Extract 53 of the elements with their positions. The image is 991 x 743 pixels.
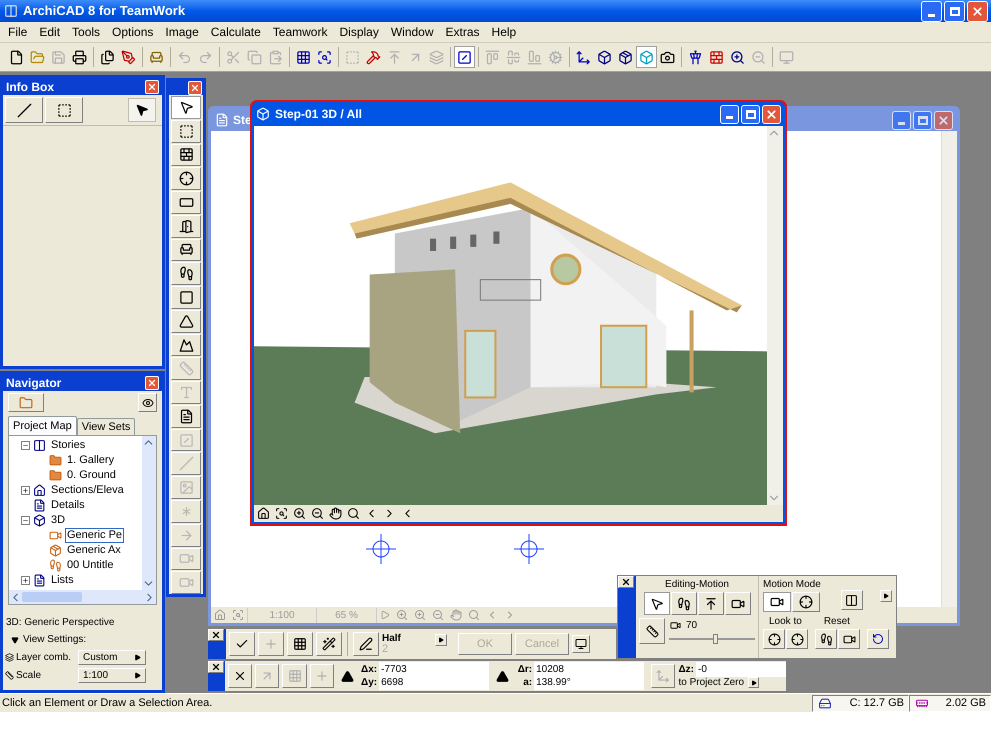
tree-item[interactable]: Lists [49,573,76,588]
coordinate-field[interactable]: 138.99° [534,675,644,690]
window-title: ArchiCAD 8 for TeamWork [23,2,186,20]
menu-item[interactable]: Extras [440,23,486,41]
setting-dropdown[interactable]: 1:100 [78,668,146,683]
menu-item[interactable]: Help [486,23,522,41]
window-title: Step-01 3D / All [275,106,362,123]
tree-item[interactable]: Details [49,498,87,513]
menu-item[interactable]: File [2,23,34,41]
pen-number: 2 [382,644,390,655]
section-title: Look to [769,615,802,629]
current-view-label: 3D: Generic Perspective [5,616,116,630]
menu-item[interactable]: Tools [66,23,106,41]
coordinate-field[interactable]: 6698 [379,675,490,690]
tree-item[interactable]: 1. Gallery [65,453,116,468]
setting-label: Layer comb. [16,651,72,665]
section-title: Motion Mode [763,578,821,592]
window-title: Ste [233,112,252,129]
reference-label: to Project Zero [678,676,744,690]
coordinate-label: Δx: [360,663,378,677]
pen-label: Half [382,633,402,644]
section-title: Reset [824,615,850,629]
tab[interactable]: Project Map [8,416,77,435]
menu-item[interactable]: Calculate [204,23,267,41]
setting-label: Scale [16,669,42,683]
menu-item[interactable]: Image [159,23,205,41]
coordinate-label: Δz: [678,662,695,676]
tree-item[interactable]: 3D [49,513,68,528]
coordinate-label: a: [522,676,534,690]
disk-space: C: 12.7 GB [850,696,904,711]
angle-reading: 70 [686,619,698,633]
status-message: Click an Element or Draw a Selection Area. [1,696,212,711]
tree-item[interactable]: Stories [49,438,88,453]
coordinate-label: Δy: [360,676,378,690]
menu-item[interactable]: Display [333,23,385,41]
memory-size: 2.02 GB [946,696,986,711]
view-settings-label[interactable]: View Settings: [23,632,86,647]
tab[interactable]: View Sets [76,418,136,435]
menu-item[interactable]: Options [106,23,160,41]
palette-title: Navigator [6,374,62,392]
section-title: Editing-Motion [665,578,729,592]
menu-item[interactable]: Edit [33,23,66,41]
tree-item[interactable]: Generic Ax [65,543,123,558]
palette-title: Info Box [6,78,54,96]
menu-item[interactable]: Window [384,23,440,41]
menu-item[interactable]: Teamwork [266,23,334,41]
tree-item[interactable]: Generic Pe [65,528,124,543]
coordinate-label: Δr: [516,663,534,677]
tree-item[interactable]: 00 Untitle [65,558,116,573]
tree-item[interactable]: 0. Ground [65,468,118,483]
tree-item[interactable]: Sections/Eleva [49,483,126,498]
coordinate-field[interactable]: -0 [696,662,786,676]
setting-dropdown[interactable]: Custom [78,650,146,665]
